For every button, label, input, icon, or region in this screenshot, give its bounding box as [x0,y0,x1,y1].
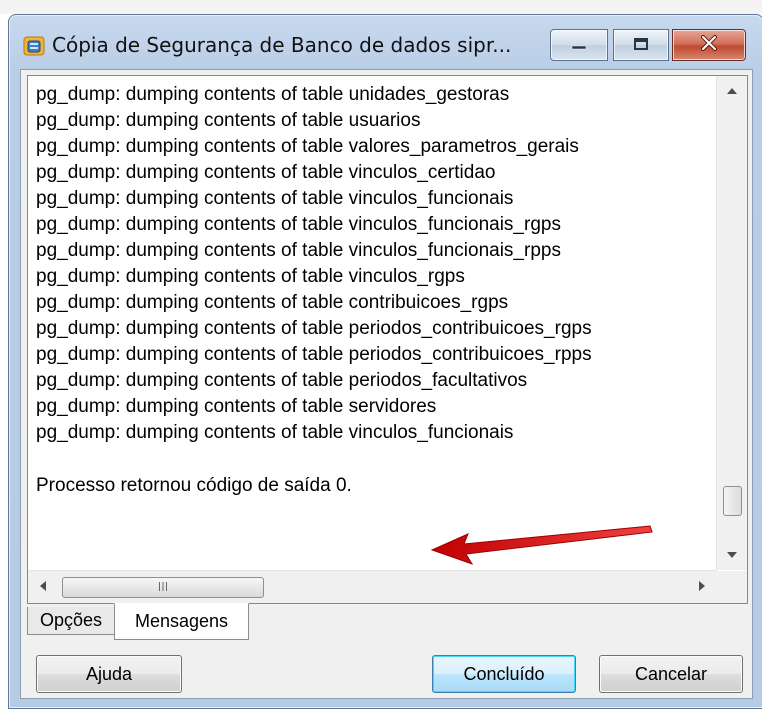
vertical-scroll-thumb[interactable] [723,486,742,516]
log-line: pg_dump: dumping contents of table vincu… [36,214,561,235]
done-button[interactable]: Concluído [432,655,576,693]
vertical-scrollbar[interactable] [716,76,747,570]
arrow-up-icon [727,86,737,97]
log-line: pg_dump: dumping contents of table vincu… [36,266,465,287]
tab-options[interactable]: Opções [27,607,115,635]
minimize-button[interactable] [550,29,608,61]
log-line: pg_dump: dumping contents of table vincu… [36,422,514,443]
scrollbar-corner [717,571,747,603]
log-line: pg_dump: dumping contents of table vincu… [36,162,496,183]
log-line: pg_dump: dumping contents of table unida… [36,84,510,105]
horizontal-scrollbar[interactable] [28,570,717,603]
scroll-left-button[interactable] [28,571,58,603]
tab-messages[interactable]: Mensagens [114,603,249,640]
messages-log[interactable]: pg_dump: dumping contents of table unida… [27,75,748,604]
database-backup-icon [23,35,45,57]
arrow-down-icon [727,550,737,561]
scroll-up-button[interactable] [717,76,747,106]
maximize-icon [633,36,649,55]
log-line: pg_dump: dumping contents of table vincu… [36,188,514,209]
minimize-icon [570,36,588,55]
backup-dialog-window: Cópia de Segurança de Banco de dados sip… [8,14,762,709]
log-line: pg_dump: dumping contents of table servi… [36,396,437,417]
maximize-button[interactable] [613,29,669,61]
close-button[interactable] [672,29,746,61]
log-lines-container: pg_dump: dumping contents of table unida… [36,82,716,570]
arrow-right-icon [699,580,705,594]
background-window-strip [0,0,762,14]
dialog-client-area: pg_dump: dumping contents of table unida… [20,69,753,699]
title-bar[interactable]: Cópia de Segurança de Banco de dados sip… [9,15,762,69]
arrow-left-icon [40,580,46,594]
log-line: pg_dump: dumping contents of table perio… [36,370,528,391]
help-button[interactable]: Ajuda [36,655,182,693]
log-line: pg_dump: dumping contents of table vincu… [36,240,561,261]
window-title: Cópia de Segurança de Banco de dados sip… [52,33,512,57]
scroll-right-button[interactable] [687,571,717,603]
horizontal-scroll-thumb[interactable] [62,577,264,598]
log-line: pg_dump: dumping contents of table contr… [36,292,509,313]
log-line: pg_dump: dumping contents of table valor… [36,136,579,157]
log-line: pg_dump: dumping contents of table perio… [36,318,592,339]
cancel-button[interactable]: Cancelar [599,655,743,693]
close-icon [700,35,718,55]
log-line: pg_dump: dumping contents of table perio… [36,344,592,365]
exit-status-message: Processo retornou código de saída 0. [36,475,352,496]
log-line: pg_dump: dumping contents of table usuar… [36,110,421,131]
scroll-down-button[interactable] [717,540,747,570]
grip-icon [158,581,168,594]
